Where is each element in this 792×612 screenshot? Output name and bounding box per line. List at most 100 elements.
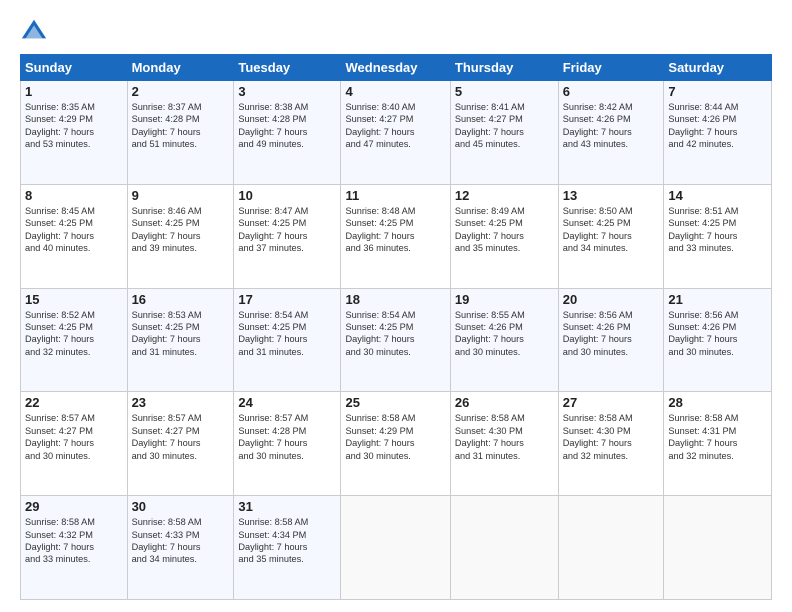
day-number: 29	[25, 499, 123, 514]
calendar-cell: 13 Sunrise: 8:50 AM Sunset: 4:25 PM Dayli…	[558, 184, 664, 288]
calendar-cell	[450, 496, 558, 600]
calendar-cell: 28 Sunrise: 8:58 AM Sunset: 4:31 PM Dayli…	[664, 392, 772, 496]
page-header	[20, 16, 772, 44]
weekday-header-wednesday: Wednesday	[341, 55, 450, 81]
calendar-cell: 23Sunrise: 8:57 AM Sunset: 4:27 PM Dayli…	[127, 392, 234, 496]
cell-content: Sunrise: 8:45 AM Sunset: 4:25 PM Dayligh…	[25, 205, 123, 255]
day-number: 13	[563, 188, 660, 203]
calendar-cell: 3 Sunrise: 8:38 AM Sunset: 4:28 PM Daylig…	[234, 81, 341, 185]
cell-content: Sunrise: 8:58 AM Sunset: 4:34 PM Dayligh…	[238, 516, 336, 566]
calendar-week-1: 1Sunrise: 8:35 AM Sunset: 4:29 PM Daylig…	[21, 81, 772, 185]
cell-content: Sunrise: 8:58 AM Sunset: 4:33 PM Dayligh…	[132, 516, 230, 566]
day-number: 25	[345, 395, 445, 410]
calendar-cell: 20 Sunrise: 8:56 AM Sunset: 4:26 PM Dayli…	[558, 288, 664, 392]
calendar-week-3: 15 Sunrise: 8:52 AM Sunset: 4:25 PM Dayli…	[21, 288, 772, 392]
day-number: 27	[563, 395, 660, 410]
calendar-cell: 19 Sunrise: 8:55 AM Sunset: 4:26 PM Dayli…	[450, 288, 558, 392]
calendar-cell: 4 Sunrise: 8:40 AM Sunset: 4:27 PM Daylig…	[341, 81, 450, 185]
cell-content: Sunrise: 8:47 AM Sunset: 4:25 PM Dayligh…	[238, 205, 336, 255]
calendar-cell: 18 Sunrise: 8:54 AM Sunset: 4:25 PM Dayli…	[341, 288, 450, 392]
day-number: 7	[668, 84, 767, 99]
calendar-cell: 12 Sunrise: 8:49 AM Sunset: 4:25 PM Dayli…	[450, 184, 558, 288]
calendar-cell: 16 Sunrise: 8:53 AM Sunset: 4:25 PM Dayli…	[127, 288, 234, 392]
calendar-cell: 27 Sunrise: 8:58 AM Sunset: 4:30 PM Dayli…	[558, 392, 664, 496]
cell-content: Sunrise: 8:48 AM Sunset: 4:25 PM Dayligh…	[345, 205, 445, 255]
weekday-header-friday: Friday	[558, 55, 664, 81]
calendar-cell: 17 Sunrise: 8:54 AM Sunset: 4:25 PM Dayli…	[234, 288, 341, 392]
weekday-header-monday: Monday	[127, 55, 234, 81]
calendar-cell: 5Sunrise: 8:41 AM Sunset: 4:27 PM Daylig…	[450, 81, 558, 185]
cell-content: Sunrise: 8:58 AM Sunset: 4:29 PM Dayligh…	[345, 412, 445, 462]
cell-content: Sunrise: 8:57 AM Sunset: 4:27 PM Dayligh…	[25, 412, 123, 462]
calendar-page: SundayMondayTuesdayWednesdayThursdayFrid…	[0, 0, 792, 612]
weekday-header-thursday: Thursday	[450, 55, 558, 81]
day-number: 4	[345, 84, 445, 99]
cell-content: Sunrise: 8:56 AM Sunset: 4:26 PM Dayligh…	[563, 309, 660, 359]
calendar-cell: 9 Sunrise: 8:46 AM Sunset: 4:25 PM Daylig…	[127, 184, 234, 288]
cell-content: Sunrise: 8:58 AM Sunset: 4:32 PM Dayligh…	[25, 516, 123, 566]
day-number: 3	[238, 84, 336, 99]
day-number: 11	[345, 188, 445, 203]
day-number: 28	[668, 395, 767, 410]
calendar-cell	[341, 496, 450, 600]
calendar-cell: 31Sunrise: 8:58 AM Sunset: 4:34 PM Dayli…	[234, 496, 341, 600]
cell-content: Sunrise: 8:54 AM Sunset: 4:25 PM Dayligh…	[238, 309, 336, 359]
logo-icon	[20, 16, 48, 44]
cell-content: Sunrise: 8:55 AM Sunset: 4:26 PM Dayligh…	[455, 309, 554, 359]
logo	[20, 16, 52, 44]
cell-content: Sunrise: 8:35 AM Sunset: 4:29 PM Dayligh…	[25, 101, 123, 151]
calendar-week-2: 8 Sunrise: 8:45 AM Sunset: 4:25 PM Daylig…	[21, 184, 772, 288]
cell-content: Sunrise: 8:57 AM Sunset: 4:27 PM Dayligh…	[132, 412, 230, 462]
cell-content: Sunrise: 8:53 AM Sunset: 4:25 PM Dayligh…	[132, 309, 230, 359]
calendar-cell: 24 Sunrise: 8:57 AM Sunset: 4:28 PM Dayli…	[234, 392, 341, 496]
calendar-cell: 2Sunrise: 8:37 AM Sunset: 4:28 PM Daylig…	[127, 81, 234, 185]
calendar-cell	[664, 496, 772, 600]
cell-content: Sunrise: 8:49 AM Sunset: 4:25 PM Dayligh…	[455, 205, 554, 255]
calendar-week-5: 29 Sunrise: 8:58 AM Sunset: 4:32 PM Dayli…	[21, 496, 772, 600]
calendar-body: 1Sunrise: 8:35 AM Sunset: 4:29 PM Daylig…	[21, 81, 772, 600]
calendar-cell: 10 Sunrise: 8:47 AM Sunset: 4:25 PM Dayli…	[234, 184, 341, 288]
day-number: 26	[455, 395, 554, 410]
cell-content: Sunrise: 8:58 AM Sunset: 4:30 PM Dayligh…	[455, 412, 554, 462]
day-number: 8	[25, 188, 123, 203]
calendar-cell: 25 Sunrise: 8:58 AM Sunset: 4:29 PM Dayli…	[341, 392, 450, 496]
day-number: 12	[455, 188, 554, 203]
calendar-cell: 21 Sunrise: 8:56 AM Sunset: 4:26 PM Dayli…	[664, 288, 772, 392]
cell-content: Sunrise: 8:58 AM Sunset: 4:30 PM Dayligh…	[563, 412, 660, 462]
cell-content: Sunrise: 8:58 AM Sunset: 4:31 PM Dayligh…	[668, 412, 767, 462]
day-number: 6	[563, 84, 660, 99]
day-number: 15	[25, 292, 123, 307]
cell-content: Sunrise: 8:46 AM Sunset: 4:25 PM Dayligh…	[132, 205, 230, 255]
cell-content: Sunrise: 8:51 AM Sunset: 4:25 PM Dayligh…	[668, 205, 767, 255]
day-number: 20	[563, 292, 660, 307]
day-number: 9	[132, 188, 230, 203]
day-number: 19	[455, 292, 554, 307]
day-number: 24	[238, 395, 336, 410]
day-number: 16	[132, 292, 230, 307]
calendar-cell	[558, 496, 664, 600]
day-number: 18	[345, 292, 445, 307]
calendar-cell: 11 Sunrise: 8:48 AM Sunset: 4:25 PM Dayli…	[341, 184, 450, 288]
weekday-header-saturday: Saturday	[664, 55, 772, 81]
calendar-cell: 29 Sunrise: 8:58 AM Sunset: 4:32 PM Dayli…	[21, 496, 128, 600]
day-number: 2	[132, 84, 230, 99]
cell-content: Sunrise: 8:52 AM Sunset: 4:25 PM Dayligh…	[25, 309, 123, 359]
calendar-cell: 30Sunrise: 8:58 AM Sunset: 4:33 PM Dayli…	[127, 496, 234, 600]
calendar-cell: 14 Sunrise: 8:51 AM Sunset: 4:25 PM Dayli…	[664, 184, 772, 288]
cell-content: Sunrise: 8:38 AM Sunset: 4:28 PM Dayligh…	[238, 101, 336, 151]
day-number: 21	[668, 292, 767, 307]
day-number: 10	[238, 188, 336, 203]
calendar-cell: 15 Sunrise: 8:52 AM Sunset: 4:25 PM Dayli…	[21, 288, 128, 392]
day-number: 5	[455, 84, 554, 99]
day-number: 17	[238, 292, 336, 307]
weekday-header-tuesday: Tuesday	[234, 55, 341, 81]
day-number: 14	[668, 188, 767, 203]
calendar-cell: 7Sunrise: 8:44 AM Sunset: 4:26 PM Daylig…	[664, 81, 772, 185]
day-number: 22	[25, 395, 123, 410]
calendar-week-4: 22 Sunrise: 8:57 AM Sunset: 4:27 PM Dayli…	[21, 392, 772, 496]
cell-content: Sunrise: 8:50 AM Sunset: 4:25 PM Dayligh…	[563, 205, 660, 255]
cell-content: Sunrise: 8:40 AM Sunset: 4:27 PM Dayligh…	[345, 101, 445, 151]
cell-content: Sunrise: 8:54 AM Sunset: 4:25 PM Dayligh…	[345, 309, 445, 359]
cell-content: Sunrise: 8:56 AM Sunset: 4:26 PM Dayligh…	[668, 309, 767, 359]
cell-content: Sunrise: 8:57 AM Sunset: 4:28 PM Dayligh…	[238, 412, 336, 462]
